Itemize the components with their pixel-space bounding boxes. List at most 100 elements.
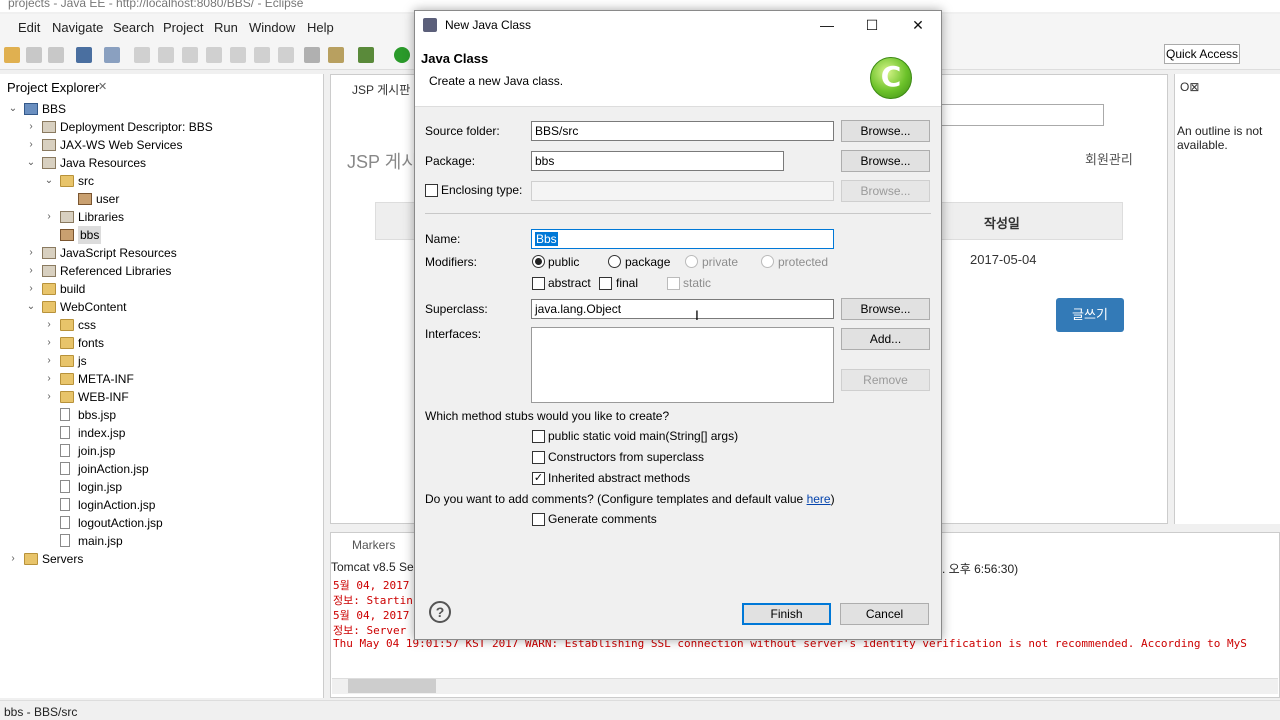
stub-main-checkbox[interactable] <box>532 430 545 443</box>
chevron-right-icon[interactable]: › <box>44 370 54 388</box>
tree-item[interactable]: loginAction.jsp <box>0 496 320 514</box>
step-return-icon[interactable] <box>278 47 294 63</box>
chevron-right-icon[interactable]: › <box>44 352 54 370</box>
enclosing-type-checkbox[interactable] <box>425 184 438 197</box>
tree-item[interactable]: › Libraries <box>0 208 320 226</box>
tree-item[interactable]: ⌄ WebContent <box>0 298 320 316</box>
tree-item[interactable]: ⌄ Java Resources <box>0 154 320 172</box>
use-step-filters-icon[interactable] <box>304 47 320 63</box>
chevron-right-icon[interactable]: › <box>26 280 36 298</box>
interfaces-add-button[interactable]: Add... <box>841 328 930 350</box>
menu-search[interactable]: Search <box>113 20 154 35</box>
menu-navigate[interactable]: Navigate <box>52 20 103 35</box>
console-scroll-thumb[interactable] <box>348 679 436 693</box>
chevron-down-icon[interactable]: ⌄ <box>44 172 54 190</box>
markers-tab[interactable]: Markers <box>352 538 395 552</box>
interfaces-list[interactable] <box>531 327 834 403</box>
chevron-right-icon[interactable]: › <box>44 316 54 334</box>
step-over-icon[interactable] <box>254 47 270 63</box>
chevron-right-icon[interactable]: › <box>44 334 54 352</box>
package-field[interactable]: bbs <box>531 151 784 171</box>
servers-icon[interactable] <box>328 47 344 63</box>
outline-tab-icon[interactable]: O⊠ <box>1180 80 1199 94</box>
tree-item[interactable]: bbs.jsp <box>0 406 320 424</box>
close-icon[interactable]: ✕ <box>98 80 107 93</box>
chevron-right-icon[interactable]: › <box>44 388 54 406</box>
terminal-icon[interactable] <box>76 47 92 63</box>
save-all-icon[interactable] <box>48 47 64 63</box>
tree-item[interactable]: join.jsp <box>0 442 320 460</box>
cancel-button[interactable]: Cancel <box>840 603 929 625</box>
package-browse-button[interactable]: Browse... <box>841 150 930 172</box>
editor-tab-jsp[interactable]: JSP 게시판 <box>332 78 414 98</box>
write-button[interactable]: 글쓰기 <box>1056 298 1124 332</box>
resume-icon[interactable] <box>134 47 150 63</box>
tree-item[interactable]: ⌄ BBS <box>0 100 320 118</box>
tree-item[interactable]: › Servers <box>0 550 320 568</box>
tree-item[interactable]: › WEB-INF <box>0 388 320 406</box>
configure-templates-link[interactable]: here <box>807 492 831 506</box>
tree-item[interactable]: › fonts <box>0 334 320 352</box>
tree-item[interactable]: › build <box>0 280 320 298</box>
menu-project[interactable]: Project <box>163 20 203 35</box>
menu-help[interactable]: Help <box>307 20 334 35</box>
tree-item[interactable]: login.jsp <box>0 478 320 496</box>
tree-item[interactable]: › Referenced Libraries <box>0 262 320 280</box>
member-menu[interactable]: 회원관리 <box>1085 149 1133 168</box>
tree-item[interactable]: › js <box>0 352 320 370</box>
save-icon[interactable] <box>26 47 42 63</box>
run-icon[interactable] <box>394 47 410 63</box>
chevron-right-icon[interactable]: › <box>26 262 36 280</box>
close-icon[interactable]: ✕ <box>903 15 933 35</box>
chevron-right-icon[interactable]: › <box>26 244 36 262</box>
stub-constructors-checkbox[interactable] <box>532 451 545 464</box>
maximize-icon[interactable]: ☐ <box>857 15 887 35</box>
tree-item[interactable]: main.jsp <box>0 532 320 550</box>
chevron-right-icon[interactable]: › <box>8 550 18 568</box>
source-folder-browse-button[interactable]: Browse... <box>841 120 930 142</box>
chevron-down-icon[interactable]: ⌄ <box>8 100 18 118</box>
source-folder-field[interactable]: BBS/src <box>531 121 834 141</box>
terminate-icon[interactable] <box>182 47 198 63</box>
step-into-icon[interactable] <box>230 47 246 63</box>
debug-icon[interactable] <box>358 47 374 63</box>
chevron-down-icon[interactable]: ⌄ <box>26 154 36 172</box>
modifier-final-checkbox[interactable] <box>599 277 612 290</box>
chevron-right-icon[interactable]: › <box>26 118 36 136</box>
disconnect-icon[interactable] <box>206 47 222 63</box>
chevron-right-icon[interactable]: › <box>44 208 54 226</box>
new-icon[interactable] <box>4 47 20 63</box>
tree-item[interactable]: › JavaScript Resources <box>0 244 320 262</box>
tree-item[interactable]: user <box>0 190 320 208</box>
superclass-field[interactable]: java.lang.Object <box>531 299 834 319</box>
tree-item[interactable]: ⌄ src <box>0 172 320 190</box>
tree-item[interactable]: › JAX-WS Web Services <box>0 136 320 154</box>
menu-window[interactable]: Window <box>249 20 295 35</box>
suspend-icon[interactable] <box>158 47 174 63</box>
console-horizontal-scrollbar[interactable] <box>332 678 1278 694</box>
modifier-package-radio[interactable] <box>608 255 621 268</box>
modifier-abstract-checkbox[interactable] <box>532 277 545 290</box>
finish-button[interactable]: Finish <box>742 603 831 625</box>
superclass-browse-button[interactable]: Browse... <box>841 298 930 320</box>
menu-edit[interactable]: Edit <box>18 20 40 35</box>
project-explorer-tab[interactable]: Project Explorer ✕ <box>0 76 114 98</box>
quick-access-field[interactable]: Quick Access <box>1164 44 1240 64</box>
tree-item[interactable]: joinAction.jsp <box>0 460 320 478</box>
tree-item[interactable]: logoutAction.jsp <box>0 514 320 532</box>
chevron-right-icon[interactable]: › <box>26 136 36 154</box>
tree-item[interactable]: › META-INF <box>0 370 320 388</box>
tree-item[interactable]: › Deployment Descriptor: BBS <box>0 118 320 136</box>
name-field[interactable]: Bbs <box>531 229 834 249</box>
generate-comments-checkbox[interactable] <box>532 513 545 526</box>
help-icon[interactable]: ? <box>429 601 451 623</box>
minimize-icon[interactable]: — <box>812 15 842 35</box>
tree-item[interactable]: bbs <box>0 226 320 244</box>
menu-run[interactable]: Run <box>214 20 238 35</box>
chevron-down-icon[interactable]: ⌄ <box>26 298 36 316</box>
tree-item[interactable]: index.jsp <box>0 424 320 442</box>
stub-inherited-checkbox[interactable]: ✓ <box>532 472 545 485</box>
skip-breakpoints-icon[interactable] <box>104 47 120 63</box>
tree-item[interactable]: › css <box>0 316 320 334</box>
modifier-public-radio[interactable] <box>532 255 545 268</box>
